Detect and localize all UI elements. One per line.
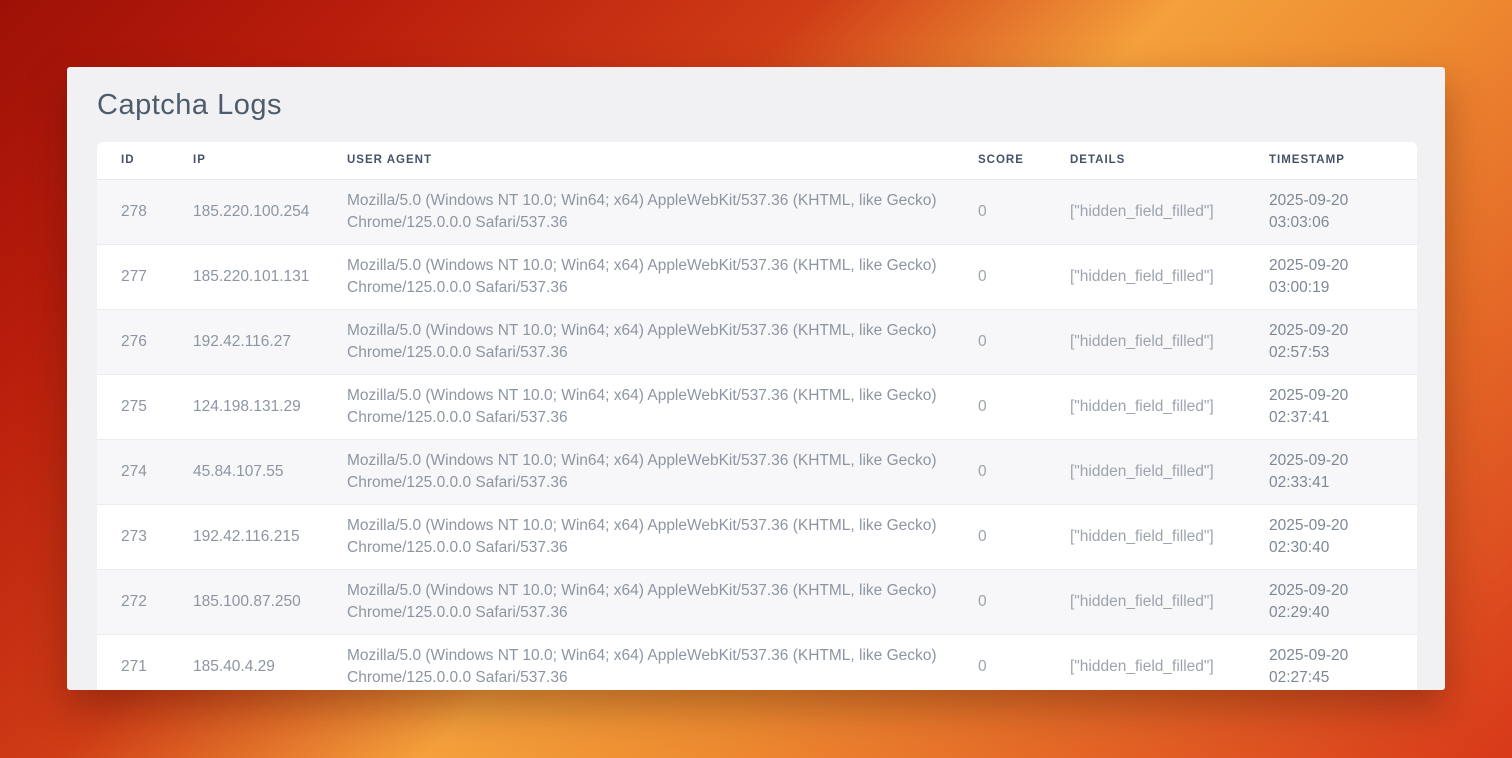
cell-timestamp: 2025-09-2002:29:40 xyxy=(1269,569,1417,634)
timestamp-date: 2025-09-20 xyxy=(1269,320,1399,342)
timestamp-time: 02:37:41 xyxy=(1269,407,1399,429)
timestamp-time: 03:03:06 xyxy=(1269,212,1399,234)
cell-ip: 192.42.116.27 xyxy=(193,309,347,374)
table-row: 275124.198.131.29Mozilla/5.0 (Windows NT… xyxy=(97,374,1417,439)
timestamp-time: 02:29:40 xyxy=(1269,602,1399,624)
cell-score: 0 xyxy=(978,179,1070,244)
cell-details: ["hidden_field_filled"] xyxy=(1070,634,1269,690)
timestamp-date: 2025-09-20 xyxy=(1269,190,1399,212)
table-body: 278185.220.100.254Mozilla/5.0 (Windows N… xyxy=(97,179,1417,690)
cell-id: 274 xyxy=(97,439,193,504)
cell-user_agent: Mozilla/5.0 (Windows NT 10.0; Win64; x64… xyxy=(347,244,978,309)
cell-timestamp: 2025-09-2003:00:19 xyxy=(1269,244,1417,309)
captcha-logs-table: IDIPUSER AGENTSCOREDETAILSTIMESTAMP 2781… xyxy=(97,142,1417,690)
cell-timestamp: 2025-09-2002:30:40 xyxy=(1269,504,1417,569)
cell-id: 275 xyxy=(97,374,193,439)
cell-details: ["hidden_field_filled"] xyxy=(1070,309,1269,374)
table-row: 271185.40.4.29Mozilla/5.0 (Windows NT 10… xyxy=(97,634,1417,690)
timestamp-time: 03:00:19 xyxy=(1269,277,1399,299)
cell-user_agent: Mozilla/5.0 (Windows NT 10.0; Win64; x64… xyxy=(347,504,978,569)
cell-timestamp: 2025-09-2002:57:53 xyxy=(1269,309,1417,374)
cell-timestamp: 2025-09-2002:33:41 xyxy=(1269,439,1417,504)
cell-score: 0 xyxy=(978,569,1070,634)
captcha-logs-table-container: IDIPUSER AGENTSCOREDETAILSTIMESTAMP 2781… xyxy=(97,142,1417,690)
cell-score: 0 xyxy=(978,504,1070,569)
cell-ip: 185.100.87.250 xyxy=(193,569,347,634)
cell-details: ["hidden_field_filled"] xyxy=(1070,569,1269,634)
cell-details: ["hidden_field_filled"] xyxy=(1070,504,1269,569)
cell-ip: 192.42.116.215 xyxy=(193,504,347,569)
column-header-user_agent: USER AGENT xyxy=(347,142,978,179)
cell-timestamp: 2025-09-2003:03:06 xyxy=(1269,179,1417,244)
timestamp-time: 02:27:45 xyxy=(1269,667,1399,689)
cell-id: 278 xyxy=(97,179,193,244)
table-header: IDIPUSER AGENTSCOREDETAILSTIMESTAMP xyxy=(97,142,1417,179)
table-row: 273192.42.116.215Mozilla/5.0 (Windows NT… xyxy=(97,504,1417,569)
cell-details: ["hidden_field_filled"] xyxy=(1070,244,1269,309)
cell-score: 0 xyxy=(978,309,1070,374)
cell-ip: 185.220.100.254 xyxy=(193,179,347,244)
cell-score: 0 xyxy=(978,374,1070,439)
cell-details: ["hidden_field_filled"] xyxy=(1070,179,1269,244)
timestamp-date: 2025-09-20 xyxy=(1269,450,1399,472)
cell-id: 273 xyxy=(97,504,193,569)
table-row: 276192.42.116.27Mozilla/5.0 (Windows NT … xyxy=(97,309,1417,374)
cell-user_agent: Mozilla/5.0 (Windows NT 10.0; Win64; x64… xyxy=(347,569,978,634)
captcha-logs-card: Captcha Logs IDIPUSER AGENTSCOREDETAILST… xyxy=(67,67,1445,690)
table-row: 272185.100.87.250Mozilla/5.0 (Windows NT… xyxy=(97,569,1417,634)
timestamp-date: 2025-09-20 xyxy=(1269,580,1399,602)
table-row: 278185.220.100.254Mozilla/5.0 (Windows N… xyxy=(97,179,1417,244)
cell-ip: 45.84.107.55 xyxy=(193,439,347,504)
cell-details: ["hidden_field_filled"] xyxy=(1070,374,1269,439)
cell-user_agent: Mozilla/5.0 (Windows NT 10.0; Win64; x64… xyxy=(347,179,978,244)
cell-details: ["hidden_field_filled"] xyxy=(1070,439,1269,504)
table-row: 27445.84.107.55Mozilla/5.0 (Windows NT 1… xyxy=(97,439,1417,504)
timestamp-time: 02:33:41 xyxy=(1269,472,1399,494)
cell-timestamp: 2025-09-2002:27:45 xyxy=(1269,634,1417,690)
timestamp-time: 02:57:53 xyxy=(1269,342,1399,364)
cell-score: 0 xyxy=(978,634,1070,690)
cell-user_agent: Mozilla/5.0 (Windows NT 10.0; Win64; x64… xyxy=(347,439,978,504)
column-header-timestamp: TIMESTAMP xyxy=(1269,142,1417,179)
cell-user_agent: Mozilla/5.0 (Windows NT 10.0; Win64; x64… xyxy=(347,374,978,439)
cell-user_agent: Mozilla/5.0 (Windows NT 10.0; Win64; x64… xyxy=(347,309,978,374)
cell-user_agent: Mozilla/5.0 (Windows NT 10.0; Win64; x64… xyxy=(347,634,978,690)
cell-id: 272 xyxy=(97,569,193,634)
cell-ip: 185.40.4.29 xyxy=(193,634,347,690)
timestamp-date: 2025-09-20 xyxy=(1269,515,1399,537)
column-header-id: ID xyxy=(97,142,193,179)
cell-timestamp: 2025-09-2002:37:41 xyxy=(1269,374,1417,439)
cell-ip: 185.220.101.131 xyxy=(193,244,347,309)
timestamp-time: 02:30:40 xyxy=(1269,537,1399,559)
cell-ip: 124.198.131.29 xyxy=(193,374,347,439)
cell-score: 0 xyxy=(978,244,1070,309)
cell-id: 276 xyxy=(97,309,193,374)
column-header-details: DETAILS xyxy=(1070,142,1269,179)
column-header-ip: IP xyxy=(193,142,347,179)
table-row: 277185.220.101.131Mozilla/5.0 (Windows N… xyxy=(97,244,1417,309)
cell-id: 277 xyxy=(97,244,193,309)
cell-id: 271 xyxy=(97,634,193,690)
table-header-row: IDIPUSER AGENTSCOREDETAILSTIMESTAMP xyxy=(97,142,1417,179)
timestamp-date: 2025-09-20 xyxy=(1269,255,1399,277)
timestamp-date: 2025-09-20 xyxy=(1269,645,1399,667)
column-header-score: SCORE xyxy=(978,142,1070,179)
page-title: Captcha Logs xyxy=(97,89,1415,122)
cell-score: 0 xyxy=(978,439,1070,504)
timestamp-date: 2025-09-20 xyxy=(1269,385,1399,407)
